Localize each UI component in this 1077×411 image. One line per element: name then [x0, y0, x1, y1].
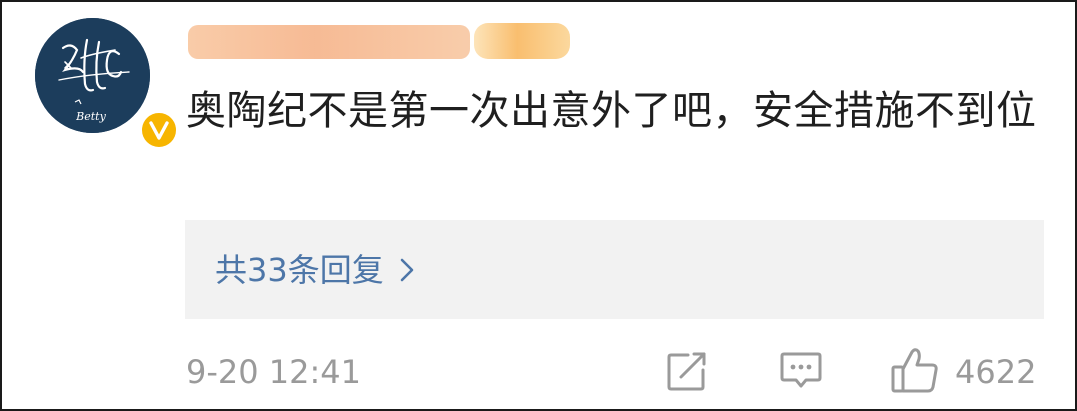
replies-count-label: 共33条回复 — [215, 251, 384, 289]
like-count: 4622 — [955, 353, 1037, 391]
verified-v-icon — [139, 110, 179, 150]
avatar-signature: Betty — [75, 110, 106, 123]
comment-text: 奥陶纪不是第一次出意外了吧，安全措施不到位 — [186, 88, 1037, 134]
author-level-badge — [474, 23, 570, 59]
view-replies-link[interactable]: 共33条回复 — [215, 248, 414, 292]
chevron-right-icon — [400, 258, 414, 282]
comment-card: Betty 奥陶纪不是第一次出意外了吧，安全措施不到位 共33条回复 9-20 … — [0, 0, 1077, 411]
comment-icon[interactable] — [780, 351, 822, 391]
thumbs-up-icon[interactable] — [890, 347, 940, 395]
avatar-logo-icon: Betty — [35, 18, 150, 133]
author-name[interactable] — [188, 25, 470, 59]
share-icon[interactable] — [666, 352, 708, 392]
replies-panel[interactable]: 共33条回复 — [185, 220, 1044, 319]
comment-timestamp: 9-20 12:41 — [186, 353, 362, 391]
avatar[interactable]: Betty — [35, 18, 179, 150]
